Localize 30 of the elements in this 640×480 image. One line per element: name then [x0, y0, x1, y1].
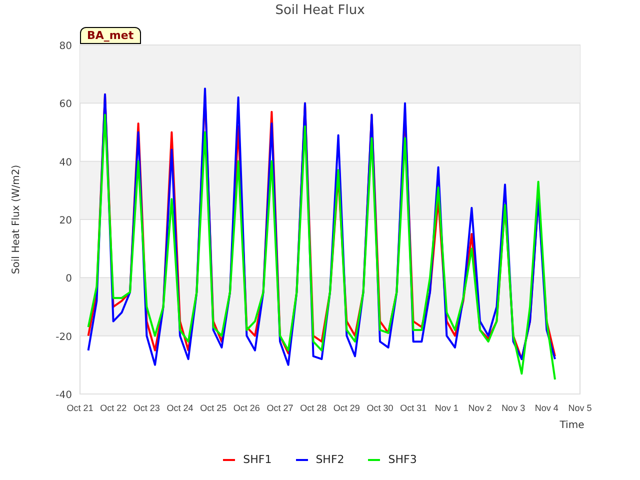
- x-tick-label: Nov 1: [434, 403, 458, 413]
- x-tick-label: Nov 4: [534, 403, 558, 413]
- x-tick-label: Oct 31: [400, 403, 427, 413]
- y-tick-label: 80: [59, 41, 72, 52]
- legend-label: SHF2: [316, 453, 344, 466]
- y-tick-label: 40: [59, 157, 72, 168]
- legend-label: SHF3: [388, 453, 417, 466]
- y-tick-label: 0: [66, 274, 72, 285]
- x-tick-label: Oct 28: [300, 403, 327, 413]
- x-tick-label: Oct 24: [166, 403, 194, 413]
- x-tick-label: Oct 29: [333, 403, 360, 413]
- x-tick-label: Oct 23: [133, 403, 160, 413]
- chart-title: Soil Heat Flux: [275, 3, 365, 20]
- legend-label: SHF1: [243, 453, 272, 466]
- y-tick-label: 60: [59, 99, 72, 110]
- y-tick-label: 20: [59, 216, 72, 226]
- y-axis-title: Soil Heat Flux (W/m2): [11, 164, 22, 274]
- x-tick-label: Nov 3: [502, 403, 526, 413]
- x-tick-label: Oct 22: [100, 403, 127, 413]
- y-tick-label: -20: [56, 332, 72, 343]
- x-tick-label: Oct 27: [266, 403, 294, 413]
- x-tick-label: Nov 2: [468, 403, 492, 413]
- x-tick-label: Oct 30: [366, 403, 394, 413]
- x-tick-label: Oct 25: [200, 403, 227, 413]
- x-tick-label: Nov 5: [568, 403, 592, 413]
- x-tick-label: Oct 26: [233, 403, 260, 413]
- x-tick-label: Oct 21: [66, 403, 94, 413]
- y-tick-label: -40: [56, 390, 72, 401]
- site-badge: BA_met: [80, 27, 141, 44]
- x-axis-title: Time: [560, 420, 584, 431]
